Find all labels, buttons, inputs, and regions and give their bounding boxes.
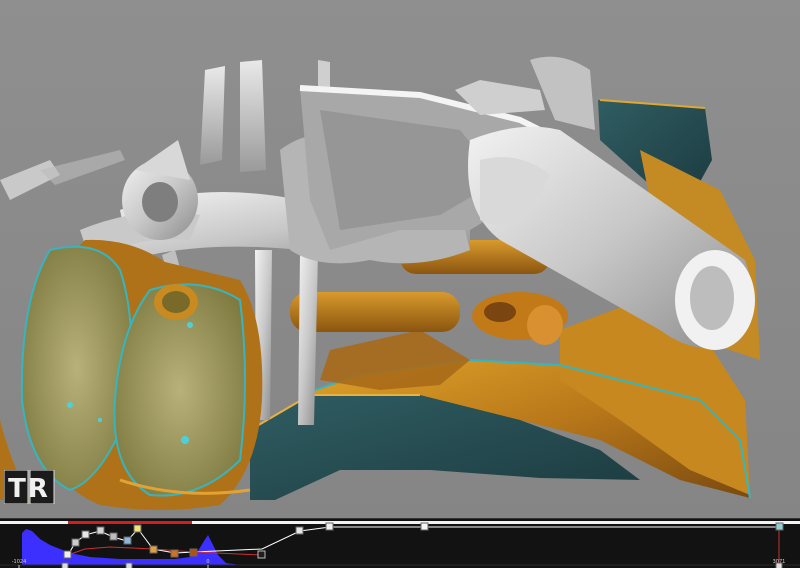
control-point[interactable] bbox=[61, 562, 69, 568]
3d-render-viewport[interactable]: TR bbox=[0, 0, 800, 518]
control-point[interactable] bbox=[775, 562, 783, 568]
control-point[interactable] bbox=[775, 522, 784, 531]
control-point[interactable] bbox=[81, 530, 90, 539]
volume-render[interactable] bbox=[0, 0, 800, 518]
transfer-function-canvas[interactable]: -1024 0 3071 bbox=[0, 519, 800, 568]
control-point[interactable] bbox=[63, 550, 72, 559]
logo-text: TR bbox=[8, 474, 50, 504]
transfer-function-editor[interactable]: -1024 0 3071 bbox=[0, 518, 800, 568]
control-point[interactable] bbox=[170, 549, 179, 558]
color-bar-accent bbox=[68, 521, 192, 524]
control-point[interactable] bbox=[109, 532, 118, 541]
app-logo: TR bbox=[4, 470, 56, 504]
volume-viewer: TR -1024 0 3071 bbox=[0, 0, 800, 568]
control-point[interactable] bbox=[295, 526, 304, 535]
control-point[interactable] bbox=[96, 526, 105, 535]
control-point[interactable] bbox=[257, 550, 266, 559]
control-point[interactable] bbox=[149, 545, 158, 554]
control-point[interactable] bbox=[133, 524, 142, 533]
axis-label-zero: 0 bbox=[206, 559, 209, 565]
control-point[interactable] bbox=[325, 522, 334, 531]
control-point[interactable] bbox=[189, 548, 198, 557]
control-point[interactable] bbox=[71, 538, 80, 547]
control-point[interactable] bbox=[420, 522, 429, 531]
axis-label-min: -1024 bbox=[12, 559, 27, 565]
control-point[interactable] bbox=[125, 562, 133, 568]
control-point[interactable] bbox=[123, 536, 132, 545]
